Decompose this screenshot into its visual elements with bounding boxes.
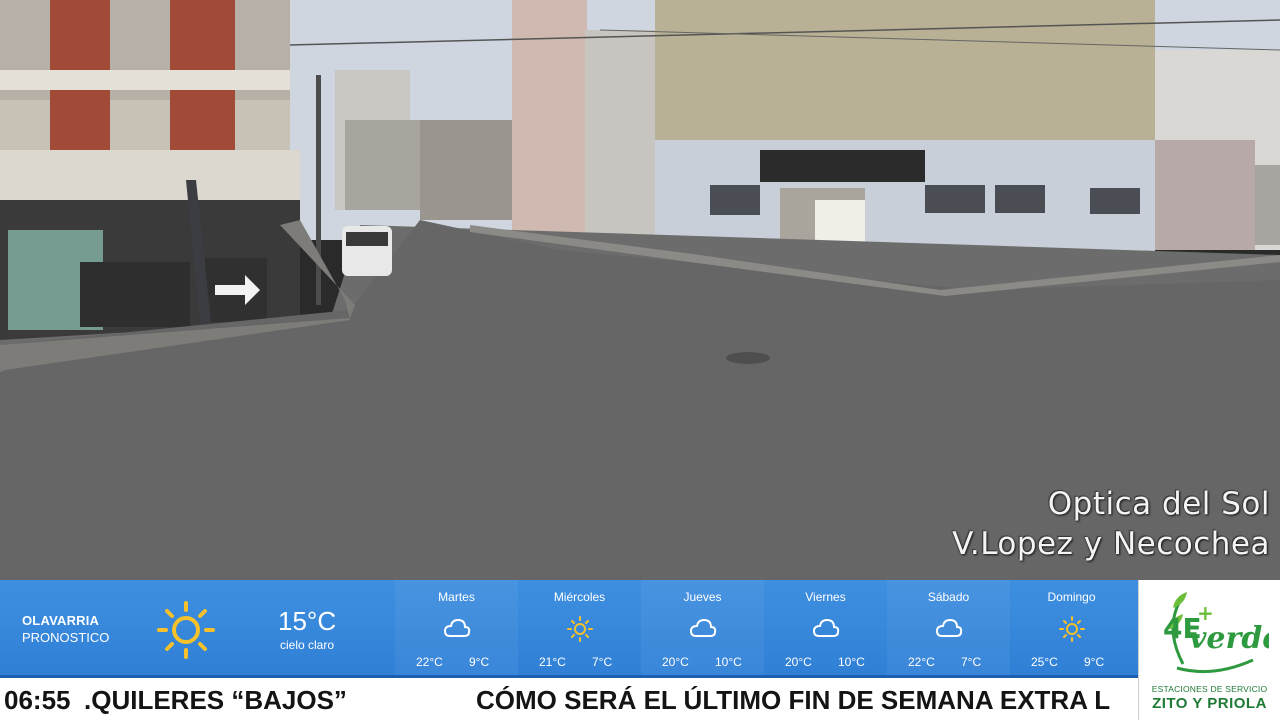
weather-forecast-bar: OLAVARRIA PRONOSTICO 15°C cielo claro Ma…	[0, 580, 1138, 678]
day-high-temp: 20°C	[785, 655, 812, 669]
forecast-day: Sábado 22°C 7°C	[887, 580, 1010, 676]
forecast-day: Jueves 20°C 10°C	[641, 580, 764, 676]
sponsor-name: ZITO Y PRIOLA	[1152, 695, 1267, 712]
ticker-track: .QUILERES “BAJOS” CÓMO SERÁ EL ÚLTIMO FI…	[0, 678, 1138, 720]
city-block: OLAVARRIA PRONOSTICO	[22, 613, 109, 645]
news-ticker: .QUILERES “BAJOS” CÓMO SERÁ EL ÚLTIMO FI…	[0, 678, 1138, 720]
day-low-temp: 7°C	[592, 655, 613, 669]
sponsor-tagline: ESTACIONES DE SERVICIO	[1151, 684, 1268, 694]
day-high-temp: 22°C	[908, 655, 935, 669]
sun-icon	[1058, 616, 1085, 642]
sun-icon	[566, 616, 593, 642]
cloud-icon	[812, 618, 839, 637]
day-name: Sábado	[927, 590, 970, 604]
forecast-day: Domingo 25°C 9°C	[1010, 580, 1133, 676]
forecast-subtitle: PRONOSTICO	[22, 630, 110, 645]
day-low-temp: 10°C	[838, 655, 865, 669]
ticker-headline: .QUILERES “BAJOS”	[84, 685, 347, 715]
day-high-temp: 22°C	[416, 655, 443, 669]
day-name: Jueves	[683, 590, 722, 604]
ticker-headline: CÓMO SERÁ EL ÚLTIMO FIN DE SEMANA EXTRA …	[476, 685, 1111, 715]
livestream-frame: Optica del Sol V.Lopez y Necochea OLAVAR…	[0, 0, 1280, 720]
day-low-temp: 7°C	[961, 655, 982, 669]
sponsor-panel: 4E + verde ESTACIONES DE SERVICIO ZITO Y…	[1138, 580, 1280, 720]
day-name: Domingo	[1047, 590, 1096, 604]
sponsor-logo-text: verde	[1189, 621, 1269, 656]
forecast-day: Martes 22°C 9°C	[395, 580, 518, 676]
forecast-day: Viernes 20°C 10°C	[764, 580, 887, 676]
sun-icon	[157, 601, 215, 659]
day-high-temp: 21°C	[539, 655, 566, 669]
clock: 06:55	[0, 678, 80, 720]
forecast-day: Miércoles 21°C 7°C	[518, 580, 641, 676]
day-high-temp: 25°C	[1031, 655, 1058, 669]
current-temperature: 15°C	[278, 606, 337, 636]
street-camera-feed: Optica del Sol V.Lopez y Necochea	[0, 0, 1280, 580]
cloud-icon	[935, 618, 962, 637]
day-name: Martes	[438, 590, 475, 604]
day-name: Miércoles	[553, 590, 606, 604]
current-conditions: cielo claro	[280, 638, 335, 652]
city-name: OLAVARRIA	[22, 613, 100, 628]
camera-overlay-title: Optica del Sol	[1047, 486, 1270, 522]
sponsor-logo: 4E + verde	[1163, 592, 1269, 674]
day-low-temp: 9°C	[1084, 655, 1105, 669]
cloud-icon	[443, 618, 470, 637]
camera-overlay-location: V.Lopez y Necochea	[952, 526, 1270, 562]
cloud-icon	[689, 618, 716, 637]
day-name: Viernes	[805, 590, 846, 604]
day-low-temp: 10°C	[715, 655, 742, 669]
day-low-temp: 9°C	[469, 655, 490, 669]
day-high-temp: 20°C	[662, 655, 689, 669]
